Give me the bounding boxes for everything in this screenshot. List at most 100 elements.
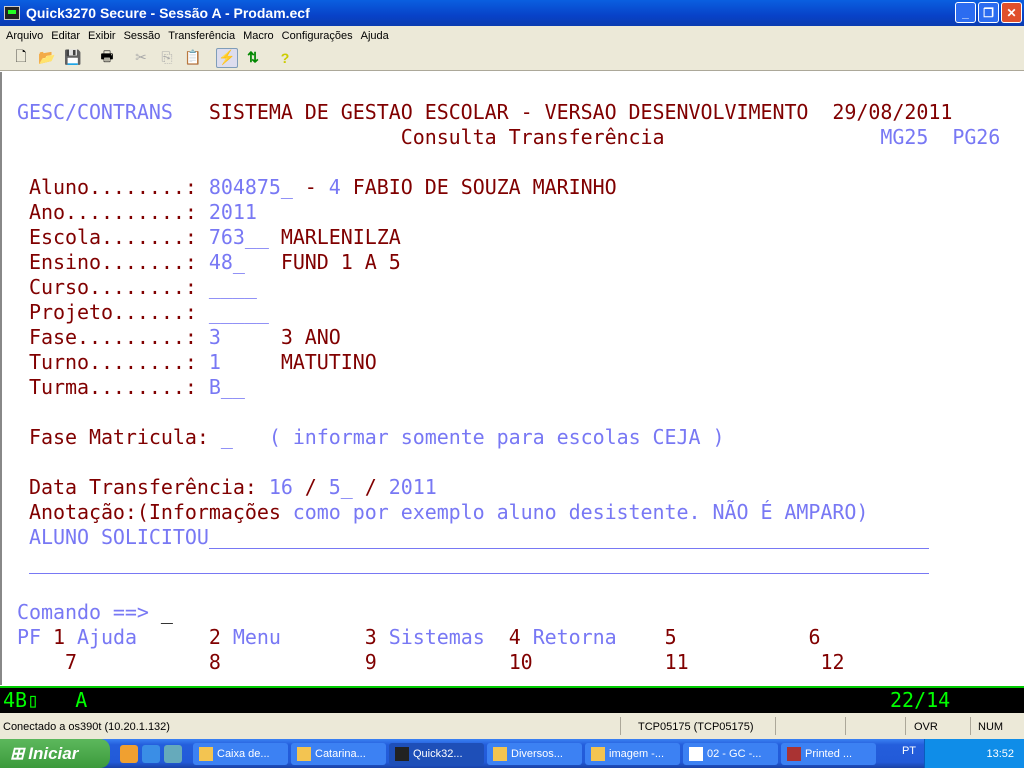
title-bar: Quick3270 Secure - Sessão A - Prodam.ecf… — [0, 0, 1024, 26]
task-imagem[interactable]: imagem -... — [585, 742, 680, 765]
paste-icon[interactable]: 📋 — [182, 48, 204, 68]
pf-keys-row-2: 7 8 9 10 11 12 — [17, 650, 845, 675]
oia-status: 4B▯ A — [3, 688, 88, 712]
status-bar: Conectado a os390t (10.20.1.132) TCP0517… — [0, 713, 1024, 739]
pf3-key[interactable]: 3 — [365, 625, 377, 649]
month-input[interactable]: 5_ — [329, 475, 353, 499]
cut-icon[interactable]: ✂ — [130, 48, 152, 68]
menu-exibir[interactable]: Exibir — [84, 30, 120, 42]
help-icon[interactable]: ? — [274, 48, 296, 68]
task-label: Catarina... — [315, 747, 366, 760]
pf12-key[interactable]: 12 — [820, 650, 844, 674]
minimize-button[interactable]: _ — [955, 2, 976, 23]
separator: / — [292, 475, 329, 499]
task-catarina[interactable]: Catarina... — [291, 742, 386, 765]
num-indicator: NUM — [978, 721, 1004, 733]
command-row: Comando ==> _ — [17, 600, 173, 625]
menu-editar[interactable]: Editar — [47, 30, 84, 42]
app-icon[interactable] — [4, 6, 20, 20]
escola-input[interactable]: 763__ — [209, 225, 281, 249]
ie-icon[interactable] — [142, 744, 160, 763]
subtitle-row: Consulta Transferência MG25 PG26 — [17, 125, 1001, 150]
ano-input[interactable]: 2011 — [209, 200, 257, 224]
task-label: Quick32... — [413, 747, 463, 760]
outlook-icon[interactable] — [164, 744, 182, 763]
menu-bar: Arquivo Editar Exibir Sessão Transferênc… — [0, 26, 1024, 45]
pf3-label: Sistemas — [376, 625, 485, 649]
task-quick3270[interactable]: Quick32... — [389, 742, 484, 765]
print-icon[interactable]: 🖶 — [96, 48, 118, 68]
menu-arquivo[interactable]: Arquivo — [2, 30, 47, 42]
pf11-key[interactable]: 11 — [665, 650, 689, 674]
field-label: Fase Matricula: — [29, 425, 221, 449]
day-input[interactable]: 16 — [269, 475, 293, 499]
anotacao-input-1[interactable]: ALUNO SOLICITOU — [29, 525, 209, 549]
curso-input[interactable]: ____ — [209, 275, 257, 299]
open-icon[interactable]: 📂 — [36, 48, 58, 68]
clock-app-icon[interactable] — [120, 744, 138, 763]
menu-transferencia[interactable]: Transferência — [164, 30, 239, 42]
program-id: PG26 — [952, 125, 1001, 149]
start-button[interactable]: ⊞ Iniciar — [0, 739, 110, 768]
copy-icon[interactable]: ⎘ — [156, 48, 178, 68]
start-label: Iniciar — [28, 743, 79, 763]
pf10-key[interactable]: 10 — [509, 650, 533, 674]
pf2-label: Menu — [220, 625, 281, 649]
turno-input[interactable]: 1 — [209, 350, 281, 374]
separator: - — [292, 175, 329, 199]
pf4-key[interactable]: 4 — [509, 625, 521, 649]
anotacao-line-2[interactable] — [17, 550, 29, 575]
field-aluno: Aluno........: 804875_ - 4 FABIO DE SOUZ… — [17, 175, 617, 200]
turno-name: MATUTINO — [280, 350, 377, 374]
projeto-input[interactable]: _____ — [209, 300, 269, 324]
task-label: Caixa de... — [217, 747, 270, 760]
command-input[interactable]: _ — [161, 600, 173, 624]
field-label: Data Transferência: — [29, 475, 269, 499]
pf7-key[interactable]: 7 — [65, 650, 77, 674]
toolbar: 🗋 📂 💾 🖶 ✂ ⎘ 📋 ⚡ ⇅ ? — [0, 45, 1024, 71]
field-label: Curso........: — [29, 275, 209, 299]
task-word[interactable]: 02 - GC -... — [683, 742, 778, 765]
pf6-key[interactable]: 6 — [809, 625, 821, 649]
new-icon[interactable]: 🗋 — [10, 48, 32, 68]
field-data-transferencia: Data Transferência: 16 / 5_ / 2011 — [17, 475, 437, 500]
field-ensino: Ensino.......: 48_ FUND 1 A 5 — [17, 250, 401, 275]
ensino-input[interactable]: 48_ — [209, 250, 281, 274]
pf8-key[interactable]: 8 — [209, 650, 221, 674]
aluno-input[interactable]: 804875_ — [209, 175, 293, 199]
anotacao-underline-2 — [29, 573, 929, 574]
task-diversos[interactable]: Diversos... — [487, 742, 582, 765]
task-label: imagem -... — [609, 747, 665, 760]
year-input[interactable]: 2011 — [389, 475, 437, 499]
save-icon[interactable]: 💾 — [62, 48, 84, 68]
app-icon — [297, 746, 311, 761]
anotacao-line-1[interactable]: ALUNO SOLICITOU — [17, 525, 209, 550]
menu-ajuda[interactable]: Ajuda — [357, 30, 393, 42]
system-code: GESC/CONTRANS — [17, 100, 173, 124]
pf9-key[interactable]: 9 — [365, 650, 377, 674]
pf4-label: Retorna — [520, 625, 617, 649]
connect-icon[interactable]: ⚡ — [216, 47, 238, 68]
pf-prefix: PF — [17, 625, 53, 649]
turma-input[interactable]: B__ — [209, 375, 245, 399]
maximize-button[interactable]: ❐ — [978, 2, 999, 23]
folder-icon — [493, 746, 507, 761]
fase-input[interactable]: 3 — [209, 325, 281, 349]
menu-sessao[interactable]: Sessão — [120, 30, 165, 42]
menu-macro[interactable]: Macro — [239, 30, 278, 42]
transfer-icon[interactable]: ⇅ — [242, 48, 264, 68]
pf2-key[interactable]: 2 — [209, 625, 221, 649]
ovr-indicator: OVR — [914, 721, 938, 733]
language-indicator[interactable]: PT — [902, 745, 916, 757]
pf1-key[interactable]: 1 — [53, 625, 65, 649]
task-caixa[interactable]: Caixa de... — [193, 742, 288, 765]
screen-subtitle: Consulta Transferência — [400, 125, 665, 149]
anotacao-underline-1 — [209, 548, 929, 549]
terminal-screen[interactable]: GESC/CONTRANS SISTEMA DE GESTAO ESCOLAR … — [0, 72, 1024, 685]
close-button[interactable]: ✕ — [1001, 2, 1022, 23]
pf5-key[interactable]: 5 — [665, 625, 677, 649]
menu-configuracoes[interactable]: Configurações — [278, 30, 357, 42]
task-printed[interactable]: Printed ... — [781, 742, 876, 765]
fase-matricula-input[interactable]: _ — [221, 425, 233, 449]
field-fase: Fase.........: 3 3 ANO — [17, 325, 341, 350]
